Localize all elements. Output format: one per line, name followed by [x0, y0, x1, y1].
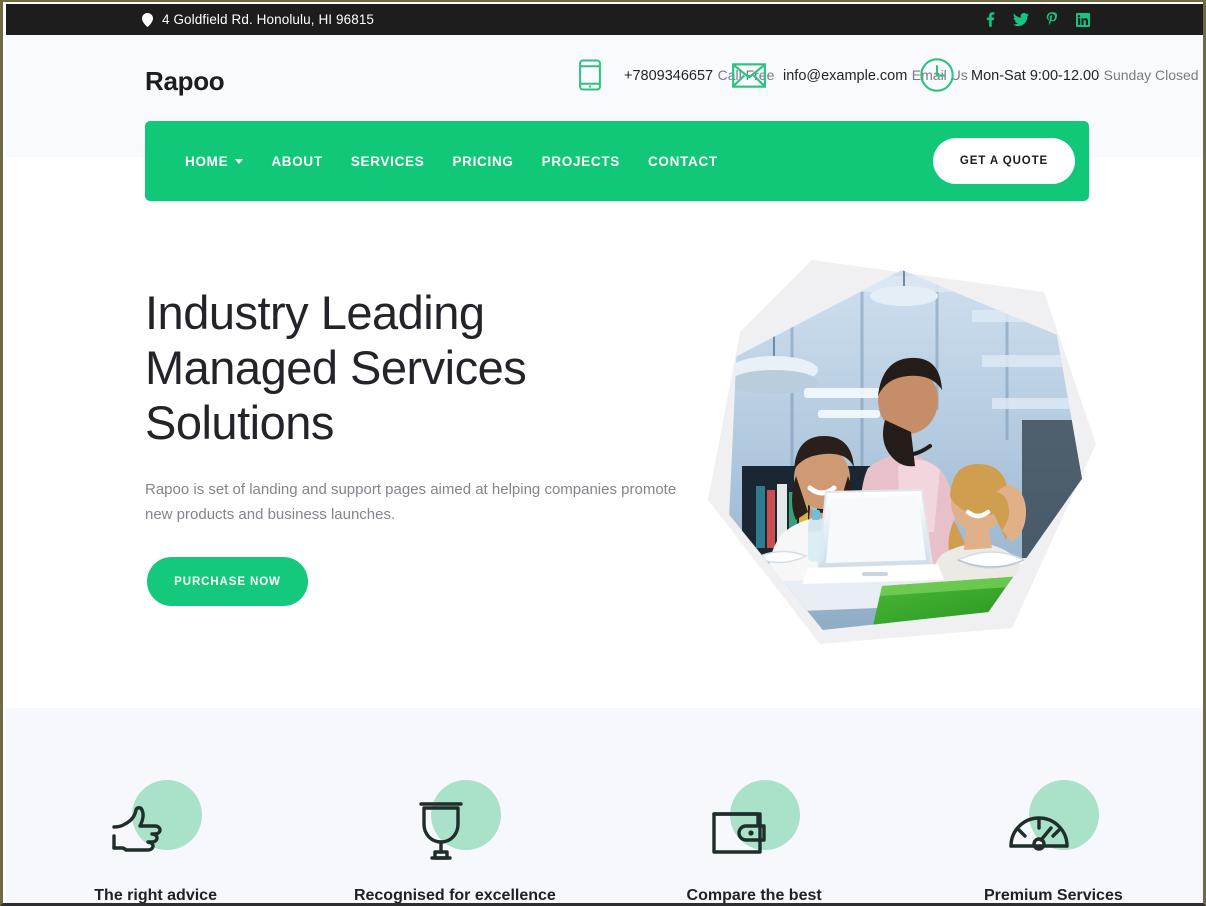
get-a-quote-button[interactable]: GET A QUOTE [933, 138, 1075, 184]
contact-hours-value: Mon-Sat 9:00-12.00 [971, 67, 1100, 84]
speedometer-icon [1005, 798, 1073, 866]
hero-title-line-1: Industry Leading [145, 286, 485, 339]
contact-hours-text: Mon-Sat 9:00-12.00 Sunday Closed [971, 65, 1199, 86]
wallet-icon [706, 798, 774, 866]
linkedin-icon[interactable] [1075, 12, 1091, 28]
feature-label: Recognised for excellence [353, 887, 556, 904]
hero-subtitle: Rapoo is set of landing and support page… [145, 481, 677, 523]
location-pin-icon [142, 12, 153, 27]
twitter-icon[interactable] [1013, 12, 1029, 28]
facebook-icon[interactable] [982, 12, 998, 28]
feature-label: Premium Services [984, 887, 1123, 904]
address-block: 4 Goldfield Rd. Honolulu, HI 96815 [142, 12, 374, 27]
nav-item-projects[interactable]: PROJECTS [528, 148, 634, 175]
nav-item-contact[interactable]: CONTACT [634, 148, 732, 175]
nav-item-home[interactable]: HOME [171, 148, 257, 175]
nav-links: HOME ABOUT SERVICES PRICING PROJECTS CON… [171, 148, 732, 175]
feature-icon-wrap [1005, 780, 1101, 871]
address-text: 4 Goldfield Rd. Honolulu, HI 96815 [162, 12, 375, 27]
top-info-bar: 4 Goldfield Rd. Honolulu, HI 96815 [6, 4, 1203, 35]
contact-email-value: info@example.com [783, 67, 908, 84]
page-frame: 4 Goldfield Rd. Honolulu, HI 96815 Rapoo [0, 0, 1206, 906]
contact-hours-label: Sunday Closed [1103, 66, 1199, 83]
chevron-down-icon [235, 158, 244, 164]
feature-label: The right advice [94, 887, 217, 904]
envelope-icon [731, 57, 767, 93]
hero-section: Industry Leading Managed Services Soluti… [6, 157, 1203, 708]
nav-item-about[interactable]: ABOUT [257, 148, 337, 175]
purchase-now-button[interactable]: PURCHASE NOW [147, 557, 308, 606]
main-navigation: HOME ABOUT SERVICES PRICING PROJECTS CON… [145, 121, 1089, 201]
hero-title: Industry Leading Managed Services Soluti… [145, 285, 527, 450]
mobile-phone-icon [572, 57, 608, 93]
feature-the-right-advice: The right advice [6, 708, 305, 904]
feature-icon-wrap [706, 780, 802, 871]
hero-title-line-2: Managed Services [145, 341, 527, 394]
feature-compare-the-best: Compare the best [605, 708, 904, 904]
hero-title-line-3: Solutions [145, 396, 334, 449]
thumbs-up-icon [108, 798, 176, 866]
pinterest-icon[interactable] [1044, 12, 1060, 28]
feature-premium-services: Premium Services [904, 708, 1203, 904]
social-links [982, 4, 1091, 35]
hero-illustration [700, 252, 1100, 652]
contact-phone-value: +7809346657 [624, 67, 714, 84]
clock-icon [919, 57, 955, 93]
trophy-icon [407, 798, 475, 866]
contact-hours: Mon-Sat 9:00-12.00 Sunday Closed [919, 57, 1199, 93]
nav-item-services[interactable]: SERVICES [337, 148, 439, 175]
feature-icon-wrap [108, 780, 204, 871]
nav-item-pricing[interactable]: PRICING [438, 148, 527, 175]
features-section: The right advice Recognised for excellen… [6, 708, 1203, 904]
feature-icon-wrap [407, 780, 503, 871]
nav-item-home-label: HOME [185, 153, 229, 169]
site-logo[interactable]: Rapoo [145, 66, 225, 97]
feature-label: Compare the best [686, 887, 822, 904]
feature-recognised-for-excellence: Recognised for excellence [305, 708, 604, 904]
